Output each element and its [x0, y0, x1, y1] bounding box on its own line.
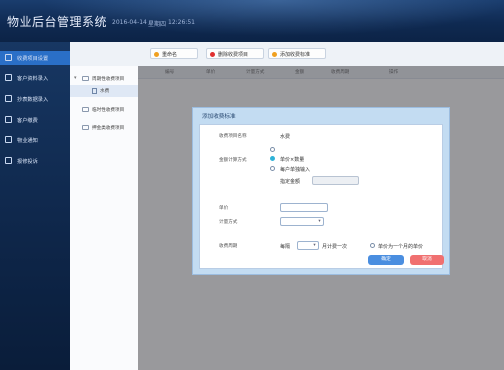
measure-select[interactable]: ▾: [280, 217, 324, 226]
repair-icon: [5, 157, 12, 164]
sidebar-item-repair[interactable]: 报修投诉: [0, 154, 70, 168]
monthly-price-radio[interactable]: [370, 243, 375, 248]
chevron-down-icon: ▾: [318, 219, 321, 224]
tree-node-water[interactable]: 水费: [70, 85, 138, 97]
unit-price-label: 单价: [219, 206, 229, 211]
rename-dot-icon: [154, 51, 159, 57]
tree-node-label: 临时性收费项目: [92, 108, 125, 113]
folder-icon: [82, 76, 89, 81]
tree-node-periodic[interactable]: ▾ 周期性收费项目: [70, 73, 138, 85]
customer-icon: [5, 74, 12, 81]
notice-icon: [5, 136, 12, 143]
tree-node-label: 水费: [100, 89, 110, 94]
add-dot-icon: [272, 51, 277, 57]
dialog-header: 添加收费标准: [193, 108, 449, 123]
sidebar-item-label: 收费项目设置: [17, 56, 49, 62]
expand-arrow-icon[interactable]: ▾: [74, 75, 77, 81]
cancel-button[interactable]: 取消: [410, 255, 444, 265]
fixed-amount-input[interactable]: [312, 176, 359, 185]
sidebar-item-label: 客户缴费: [17, 118, 38, 124]
rename-label: 重命名: [162, 52, 178, 58]
time-text: 12:26:51: [168, 19, 195, 26]
monthly-price-option: 单价为一个月的单价: [378, 244, 424, 250]
add-label: 添加收费标准: [280, 52, 311, 58]
sidebar-item-customer-entry[interactable]: 客户资料录入: [0, 71, 70, 85]
calc-option-price-qty: 单价×数量: [280, 157, 305, 163]
sidebar-item-fee-settings[interactable]: 收费项目设置: [0, 51, 70, 65]
sidebar-item-meter-entry[interactable]: 抄表数据录入: [0, 92, 70, 106]
cycle-months-select[interactable]: ▾: [297, 241, 319, 250]
calc-option-custom: 每户单独输入: [280, 167, 311, 173]
top-bar: 物业后台管理系统 2016-04-14 星期四 12:26:51: [0, 0, 504, 42]
measure-label: 计量方式: [219, 220, 238, 225]
sidebar-item-notice[interactable]: 物业通知: [0, 133, 70, 147]
sidebar-item-label: 客户资料录入: [17, 76, 49, 82]
sidebar-item-label: 物业通知: [17, 138, 38, 144]
meter-icon: [5, 95, 12, 102]
date-text: 2016-04-14: [112, 19, 147, 26]
calc-method-label: 金额计算方式: [219, 158, 247, 163]
item-name-label: 收费项目名称: [219, 134, 247, 139]
payment-icon: [5, 116, 12, 123]
tree-node-label: 周期性收费项目: [92, 77, 125, 82]
fee-tree: ▾ 周期性收费项目 水费 临时性收费项目 押金类收费项目: [70, 66, 139, 370]
cycle-each-text: 每隔: [280, 244, 291, 250]
fixed-amount-label: 指定金额: [280, 179, 301, 185]
add-fee-standard-button[interactable]: 添加收费标准: [268, 48, 326, 59]
tree-node-temporary[interactable]: 临时性收费项目: [70, 104, 138, 116]
calc-radio-price-qty[interactable]: [270, 156, 275, 161]
tree-node-deposit[interactable]: 押金类收费项目: [70, 122, 138, 134]
fee-settings-icon: [5, 54, 12, 61]
cycle-suffix-text: 月计费一次: [322, 244, 348, 250]
sidebar: 收费项目设置 客户资料录入 抄表数据录入 客户缴费 物业通知 报修投诉: [0, 42, 70, 370]
delete-label: 删除收费项目: [218, 52, 249, 58]
add-fee-standard-dialog: 添加收费标准 收费项目名称 水费 金额计算方式 单价×数量 每户单独输入 指定金…: [192, 107, 450, 275]
delete-fee-item-button[interactable]: 删除收费项目: [206, 48, 264, 59]
rename-button[interactable]: 重命名: [150, 48, 198, 59]
unit-price-input[interactable]: [280, 203, 328, 212]
cycle-label: 收费周期: [219, 244, 238, 249]
weekday-text: 星期四: [148, 21, 167, 28]
toolbar: 重命名 删除收费项目 添加收费标准: [70, 42, 504, 67]
tree-node-label: 押金类收费项目: [92, 126, 125, 131]
calc-radio-blank[interactable]: [270, 147, 275, 152]
calc-radio-custom[interactable]: [270, 166, 275, 171]
chevron-down-icon: ▾: [313, 243, 316, 248]
folder-icon: [82, 125, 89, 130]
sidebar-item-label: 报修投诉: [17, 159, 38, 165]
dialog-body: 收费项目名称 水费 金额计算方式 单价×数量 每户单独输入 指定金额 单价 计量…: [199, 124, 444, 269]
confirm-button[interactable]: 确定: [368, 255, 404, 265]
sidebar-item-customer-payment[interactable]: 客户缴费: [0, 113, 70, 127]
sidebar-item-label: 抄表数据录入: [17, 97, 49, 103]
dialog-title: 添加收费标准: [202, 114, 236, 120]
app-window: 物业后台管理系统 2016-04-14 星期四 12:26:51 收费项目设置 …: [0, 0, 504, 370]
folder-icon: [82, 107, 89, 112]
item-name-value: 水费: [280, 134, 291, 140]
file-icon: [92, 88, 97, 94]
delete-dot-icon: [210, 51, 215, 57]
app-title: 物业后台管理系统: [7, 15, 108, 29]
